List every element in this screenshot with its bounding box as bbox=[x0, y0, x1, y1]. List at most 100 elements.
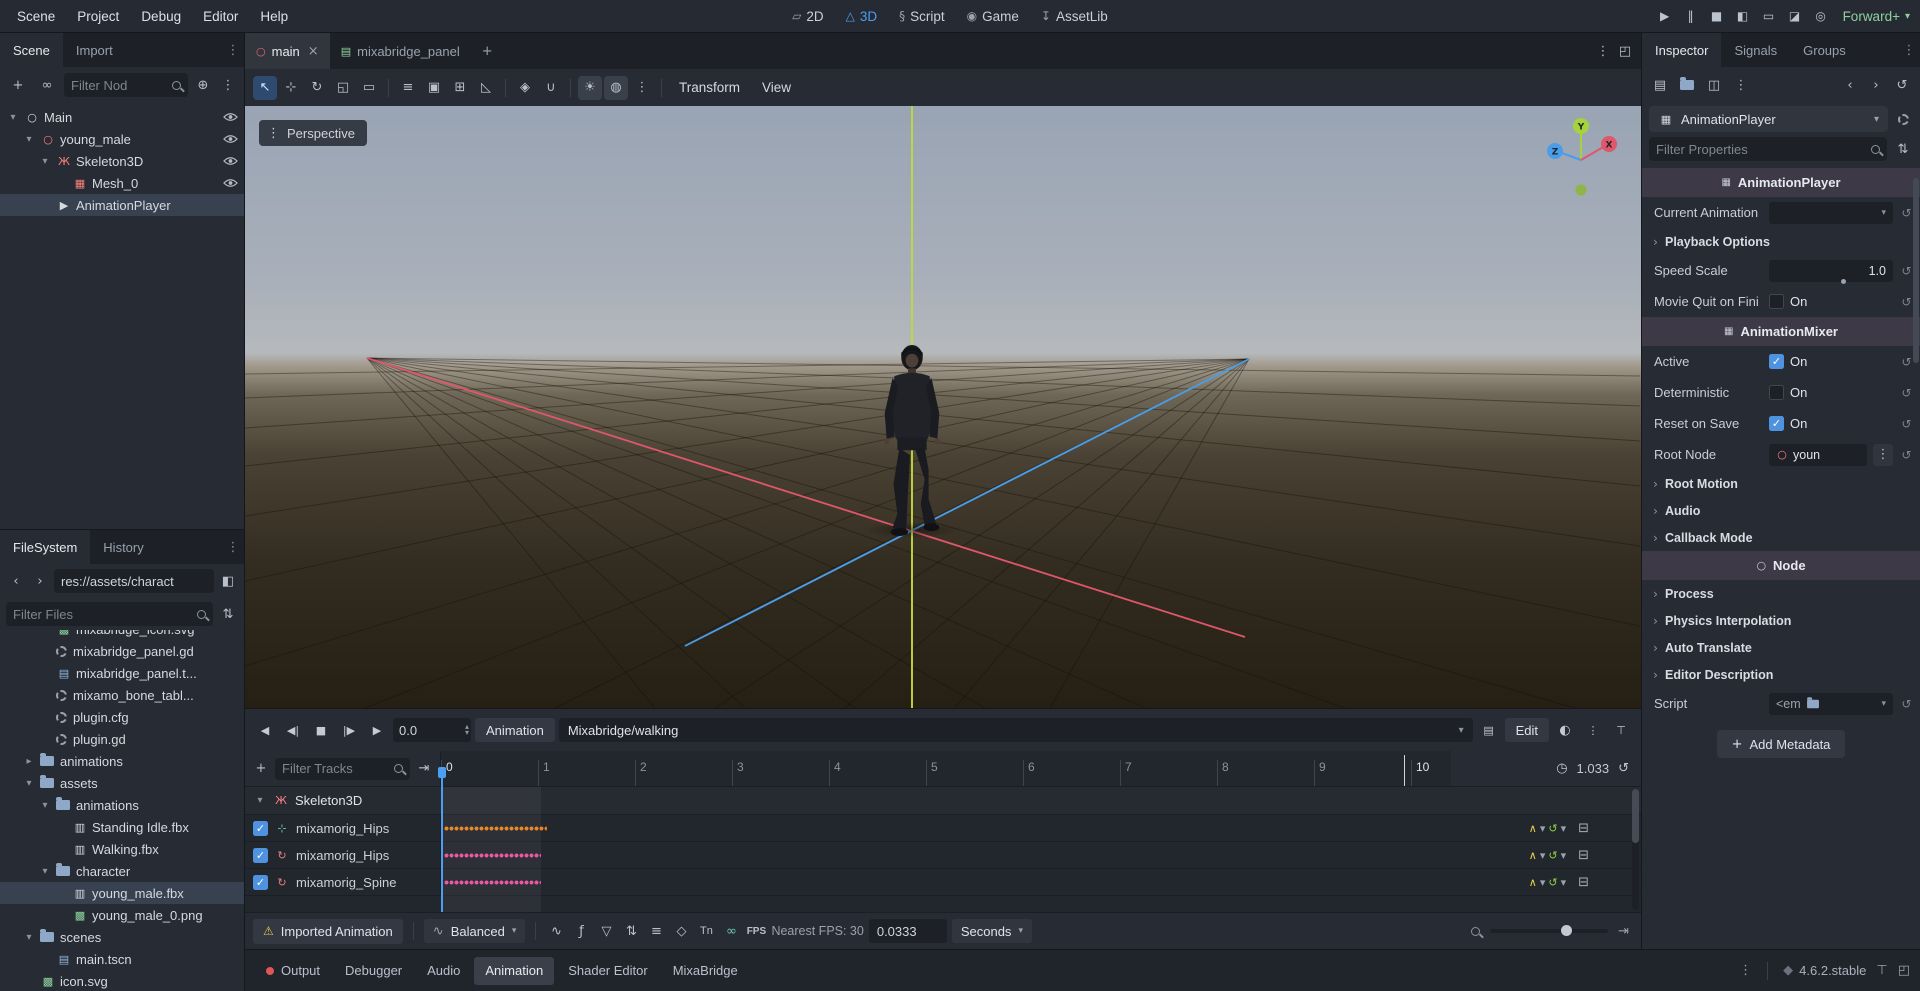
file-filter-input[interactable] bbox=[13, 606, 191, 622]
tab-history[interactable]: History bbox=[90, 530, 156, 564]
track-filter[interactable] bbox=[275, 757, 410, 780]
preview-options-button[interactable]: ⋮ bbox=[630, 76, 654, 100]
mode-2d[interactable]: ▱ 2D bbox=[782, 0, 834, 32]
key-insert-button[interactable]: ◇ bbox=[671, 919, 691, 943]
expander-icon[interactable]: ▾ bbox=[22, 932, 36, 943]
track-row[interactable]: ↻ mixamorig_Hips ∧▾ ↺▾ ⊟ bbox=[245, 842, 1641, 869]
lock-button[interactable]: ▣ bbox=[422, 76, 446, 100]
path-field[interactable] bbox=[54, 569, 214, 593]
fps-mode-button[interactable]: FPS bbox=[746, 919, 766, 943]
file-item[interactable]: ▩mixabridge_icon.svg bbox=[0, 630, 244, 640]
animation-more-button[interactable]: ⋮ bbox=[1581, 718, 1605, 742]
add-track-button[interactable]: + bbox=[251, 757, 271, 781]
property-revert-icon[interactable]: ↺ bbox=[1898, 417, 1915, 431]
category-node[interactable]: ○ Node bbox=[1642, 551, 1920, 580]
chevron-down-icon[interactable]: ▾ bbox=[1561, 849, 1567, 862]
expander-icon[interactable]: ▾ bbox=[38, 866, 52, 877]
current-animation-dropdown[interactable]: Mixabridge/walking ▾ bbox=[558, 718, 1473, 742]
interpolation-mode-icon[interactable]: ↺ bbox=[1548, 822, 1557, 835]
movie-maker-button[interactable]: ◧ bbox=[1731, 4, 1755, 28]
folder-icon[interactable] bbox=[1806, 696, 1819, 708]
folder-item[interactable]: ▸ animations bbox=[0, 750, 244, 772]
scene-filter[interactable] bbox=[64, 73, 188, 97]
file-item[interactable]: ▤ mixabridge_panel.t... bbox=[0, 662, 244, 684]
update-mode-icon[interactable]: ∧ bbox=[1529, 849, 1537, 862]
add-metadata-button[interactable]: + Add Metadata bbox=[1716, 730, 1846, 758]
delete-track-button[interactable]: ⊟ bbox=[1578, 821, 1589, 836]
folder-item[interactable]: ▾ animations bbox=[0, 794, 244, 816]
track-enabled-checkbox[interactable] bbox=[253, 820, 268, 836]
group-audio[interactable]: › Audio bbox=[1642, 497, 1920, 524]
character-model[interactable] bbox=[875, 343, 949, 538]
move-tool-button[interactable]: ⊹ bbox=[279, 76, 303, 100]
scale-tool-button[interactable]: ◱ bbox=[331, 76, 355, 100]
delete-track-button[interactable]: ⊟ bbox=[1578, 848, 1589, 863]
function-button[interactable]: ƒ bbox=[571, 919, 591, 943]
keyframe-strip[interactable] bbox=[444, 879, 541, 886]
rotate-tool-button[interactable]: ↻ bbox=[305, 76, 329, 100]
keyframe-strip[interactable] bbox=[444, 852, 541, 859]
axis-gizmo[interactable]: Y X Z bbox=[1536, 114, 1626, 204]
keyframe-strip[interactable] bbox=[444, 825, 547, 832]
history-back-button[interactable]: ‹ bbox=[1840, 73, 1860, 97]
chevron-down-icon[interactable]: ▾ bbox=[1540, 822, 1546, 835]
mode-3d[interactable]: △ 3D bbox=[836, 0, 888, 32]
folder-item[interactable]: ▾ assets bbox=[0, 772, 244, 794]
file-item[interactable]: plugin.gd bbox=[0, 728, 244, 750]
tree-node-mesh0[interactable]: ▦ Mesh_0 bbox=[0, 172, 244, 194]
resource-menu-button[interactable]: ⋮ bbox=[1731, 73, 1751, 97]
tab-filesystem[interactable]: FileSystem bbox=[0, 530, 91, 564]
interpolation-mode-icon[interactable]: ↺ bbox=[1548, 876, 1557, 889]
menu-help[interactable]: Help bbox=[249, 0, 299, 32]
group-playback-options[interactable]: › Playback Options bbox=[1642, 228, 1920, 255]
add-node-button[interactable]: + bbox=[6, 73, 30, 97]
list-select-button[interactable]: ≡ bbox=[396, 76, 420, 100]
time-unit-dropdown[interactable]: Seconds ▾ bbox=[951, 919, 1032, 943]
preview-environment-toggle[interactable]: ◍ bbox=[604, 75, 628, 100]
pin-bottom-panel-button[interactable]: ⊤ bbox=[1876, 963, 1887, 978]
tree-node-young-male[interactable]: ▾ ○ young_male bbox=[0, 128, 244, 150]
expander-icon[interactable]: ▾ bbox=[22, 778, 36, 789]
tab-mixabridge[interactable]: MixaBridge bbox=[662, 957, 749, 985]
split-view-button[interactable]: ◧ bbox=[218, 569, 238, 593]
slider-dot[interactable] bbox=[1840, 278, 1846, 284]
animation-time-input[interactable] bbox=[399, 722, 447, 738]
expander-icon[interactable]: ▾ bbox=[6, 112, 20, 123]
tab-debugger[interactable]: Debugger bbox=[334, 957, 413, 985]
track-enabled-checkbox[interactable] bbox=[253, 874, 268, 890]
mode-assetlib[interactable]: ↧ AssetLib bbox=[1031, 0, 1118, 32]
scene-tab-main[interactable]: ○ main × bbox=[245, 33, 330, 69]
reset-on-save-checkbox[interactable] bbox=[1769, 416, 1784, 431]
tracks-scrollbar[interactable] bbox=[1632, 789, 1639, 910]
folder-item[interactable]: ▾ scenes bbox=[0, 926, 244, 948]
timeline-ruler[interactable]: 0 1 2 3 4 5 6 7 8 9 10 bbox=[441, 751, 1451, 786]
edit-history-button[interactable]: ↺ bbox=[1892, 73, 1912, 97]
file-item[interactable]: ▥ Walking.fbx bbox=[0, 838, 244, 860]
group-editor-description[interactable]: › Editor Description bbox=[1642, 661, 1920, 688]
scene-dock-menu-button[interactable]: ⋮ bbox=[222, 33, 244, 67]
node-selector-dropdown[interactable]: ▦ AnimationPlayer ▾ bbox=[1649, 106, 1888, 132]
new-resource-button[interactable]: ▤ bbox=[1650, 73, 1670, 97]
mesh-options-button[interactable]: ◈ bbox=[513, 76, 537, 100]
expand-bottom-panel-button[interactable]: ◰ bbox=[1898, 963, 1910, 978]
tab-audio[interactable]: Audio bbox=[416, 957, 471, 985]
chevron-down-icon[interactable]: ▾ bbox=[1540, 849, 1546, 862]
tab-signals[interactable]: Signals bbox=[1721, 33, 1790, 67]
property-revert-icon[interactable]: ↺ bbox=[1898, 697, 1915, 711]
new-scene-tab-button[interactable]: + bbox=[471, 33, 504, 69]
sort-files-button[interactable]: ⇅ bbox=[218, 602, 238, 626]
speed-scale-field[interactable]: 1.0 bbox=[1769, 259, 1893, 284]
update-mode-icon[interactable]: ∧ bbox=[1529, 876, 1537, 889]
file-item-selected[interactable]: ▥ young_male.fbx bbox=[0, 882, 244, 904]
expand-timeline-icon[interactable]: ⇥ bbox=[1618, 924, 1629, 939]
nav-back-button[interactable]: ‹ bbox=[6, 569, 26, 593]
play-button[interactable]: ▶ bbox=[1653, 4, 1677, 28]
group-auto-translate[interactable]: › Auto Translate bbox=[1642, 634, 1920, 661]
animation-time-spinner[interactable]: ▴▾ bbox=[393, 718, 471, 742]
snap-button[interactable]: ∪ bbox=[539, 76, 563, 100]
file-item[interactable]: ▥ Standing Idle.fbx bbox=[0, 816, 244, 838]
tab-inspector[interactable]: Inspector bbox=[1642, 33, 1722, 67]
group-physics-interpolation[interactable]: › Physics Interpolation bbox=[1642, 607, 1920, 634]
property-revert-icon[interactable]: ↺ bbox=[1898, 386, 1915, 400]
file-item[interactable]: ▩ icon.svg bbox=[0, 970, 244, 991]
